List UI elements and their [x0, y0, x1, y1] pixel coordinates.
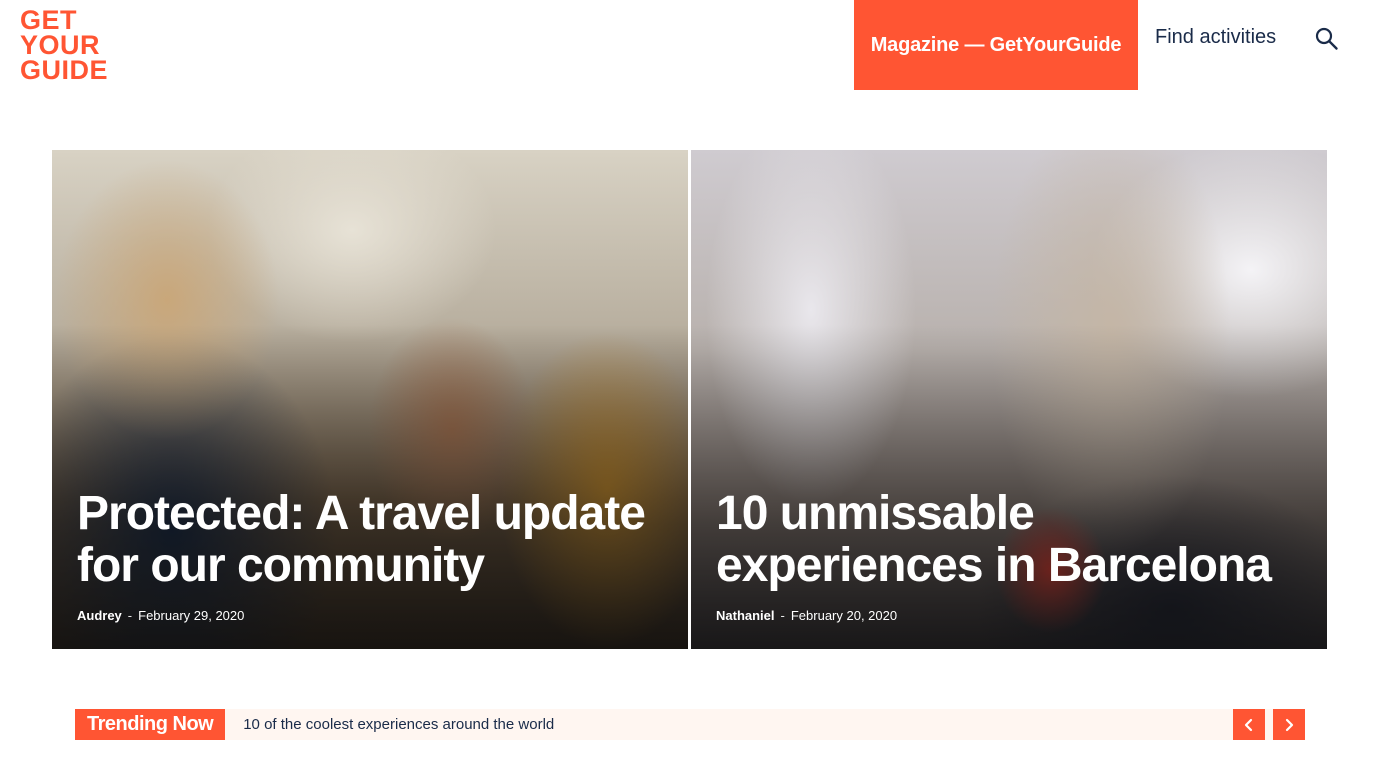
- meta-separator: -: [780, 608, 785, 623]
- trending-next-button[interactable]: [1273, 709, 1305, 740]
- post-author[interactable]: Audrey: [77, 608, 122, 623]
- post-meta: Audrey - February 29, 2020: [77, 608, 663, 623]
- featured-posts: Protected: A travel update for our commu…: [52, 150, 1327, 649]
- trending-headline-link[interactable]: 10 of the coolest experiences around the…: [243, 716, 554, 733]
- post-author[interactable]: Nathaniel: [716, 608, 775, 623]
- post-date: February 20, 2020: [790, 608, 898, 623]
- trending-label: Trending Now: [75, 709, 226, 740]
- trending-navigation: [1233, 709, 1305, 740]
- chevron-left-icon: [1244, 718, 1253, 731]
- logo-line-2: YOUR: [20, 29, 101, 60]
- trending-bar: Trending Now 10 of the coolest experienc…: [75, 709, 1305, 740]
- search-button[interactable]: [1314, 26, 1340, 52]
- featured-post-title[interactable]: Protected: A travel update for our commu…: [77, 488, 663, 592]
- featured-post-title[interactable]: 10 unmissable experiences in Barcelona: [716, 488, 1302, 592]
- logo-line-3: GUIDE: [20, 54, 109, 85]
- search-icon: [1315, 27, 1338, 50]
- chevron-right-icon: [1285, 718, 1294, 731]
- featured-post-card[interactable]: 10 unmissable experiences in Barcelona N…: [691, 150, 1327, 649]
- featured-post-card[interactable]: Protected: A travel update for our commu…: [52, 150, 688, 649]
- post-meta: Nathaniel - February 20, 2020: [716, 608, 1302, 623]
- meta-separator: -: [127, 608, 133, 623]
- logo[interactable]: GET YOUR GUIDE: [20, 7, 124, 85]
- trending-prev-button[interactable]: [1233, 709, 1265, 740]
- nav-find-activities-link[interactable]: Find activities: [1155, 26, 1276, 49]
- nav-magazine-link[interactable]: Magazine — GetYourGuide: [854, 0, 1138, 90]
- post-date: February 29, 2020: [138, 608, 245, 623]
